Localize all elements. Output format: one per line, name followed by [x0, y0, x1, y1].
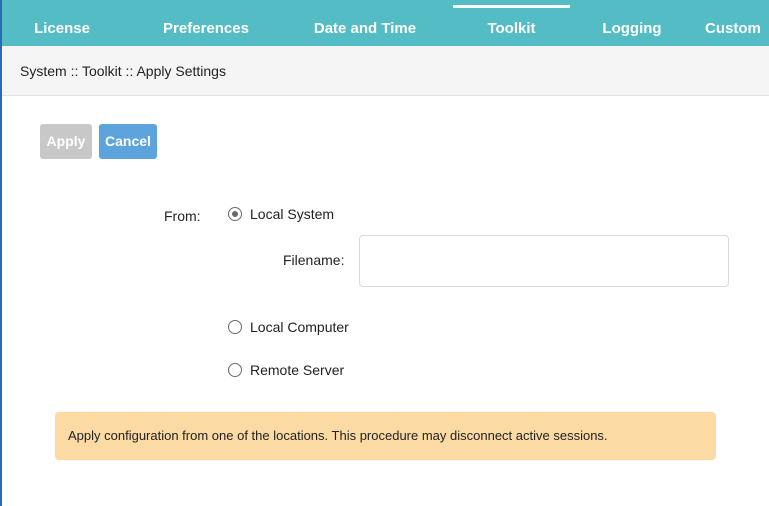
- apply-button[interactable]: Apply: [40, 124, 92, 159]
- page: License Preferences Date and Time Toolki…: [0, 0, 769, 506]
- radio-option-remote-server[interactable]: Remote Server: [228, 361, 344, 379]
- radio-label-local-system: Local System: [250, 206, 335, 222]
- tab-preferences[interactable]: Preferences: [148, 0, 264, 46]
- alert-message: Apply configuration from one of the loca…: [68, 428, 608, 443]
- radio-option-local-system[interactable]: Local System: [228, 205, 334, 223]
- tab-license[interactable]: License: [24, 0, 100, 46]
- radio-label-local-computer: Local Computer: [250, 319, 349, 335]
- radio-button-local-computer[interactable]: [228, 320, 242, 334]
- radio-button-local-system[interactable]: [228, 207, 242, 221]
- filename-label: Filename:: [283, 252, 345, 268]
- tab-toolkit[interactable]: Toolkit: [453, 0, 570, 46]
- top-tab-bar: License Preferences Date and Time Toolki…: [2, 0, 769, 46]
- radio-button-remote-server[interactable]: [228, 363, 242, 377]
- from-label: From:: [164, 208, 201, 224]
- breadcrumb: System :: Toolkit :: Apply Settings: [20, 63, 226, 79]
- tab-custom[interactable]: Custom: [705, 0, 769, 46]
- breadcrumb-bar: System :: Toolkit :: Apply Settings: [2, 46, 769, 96]
- warning-alert: Apply configuration from one of the loca…: [55, 412, 716, 460]
- tab-date-and-time[interactable]: Date and Time: [300, 0, 430, 46]
- tab-logging[interactable]: Logging: [592, 0, 672, 46]
- filename-input[interactable]: [359, 235, 729, 287]
- radio-option-local-computer[interactable]: Local Computer: [228, 318, 349, 336]
- cancel-button[interactable]: Cancel: [99, 124, 157, 159]
- radio-label-remote-server: Remote Server: [250, 362, 345, 378]
